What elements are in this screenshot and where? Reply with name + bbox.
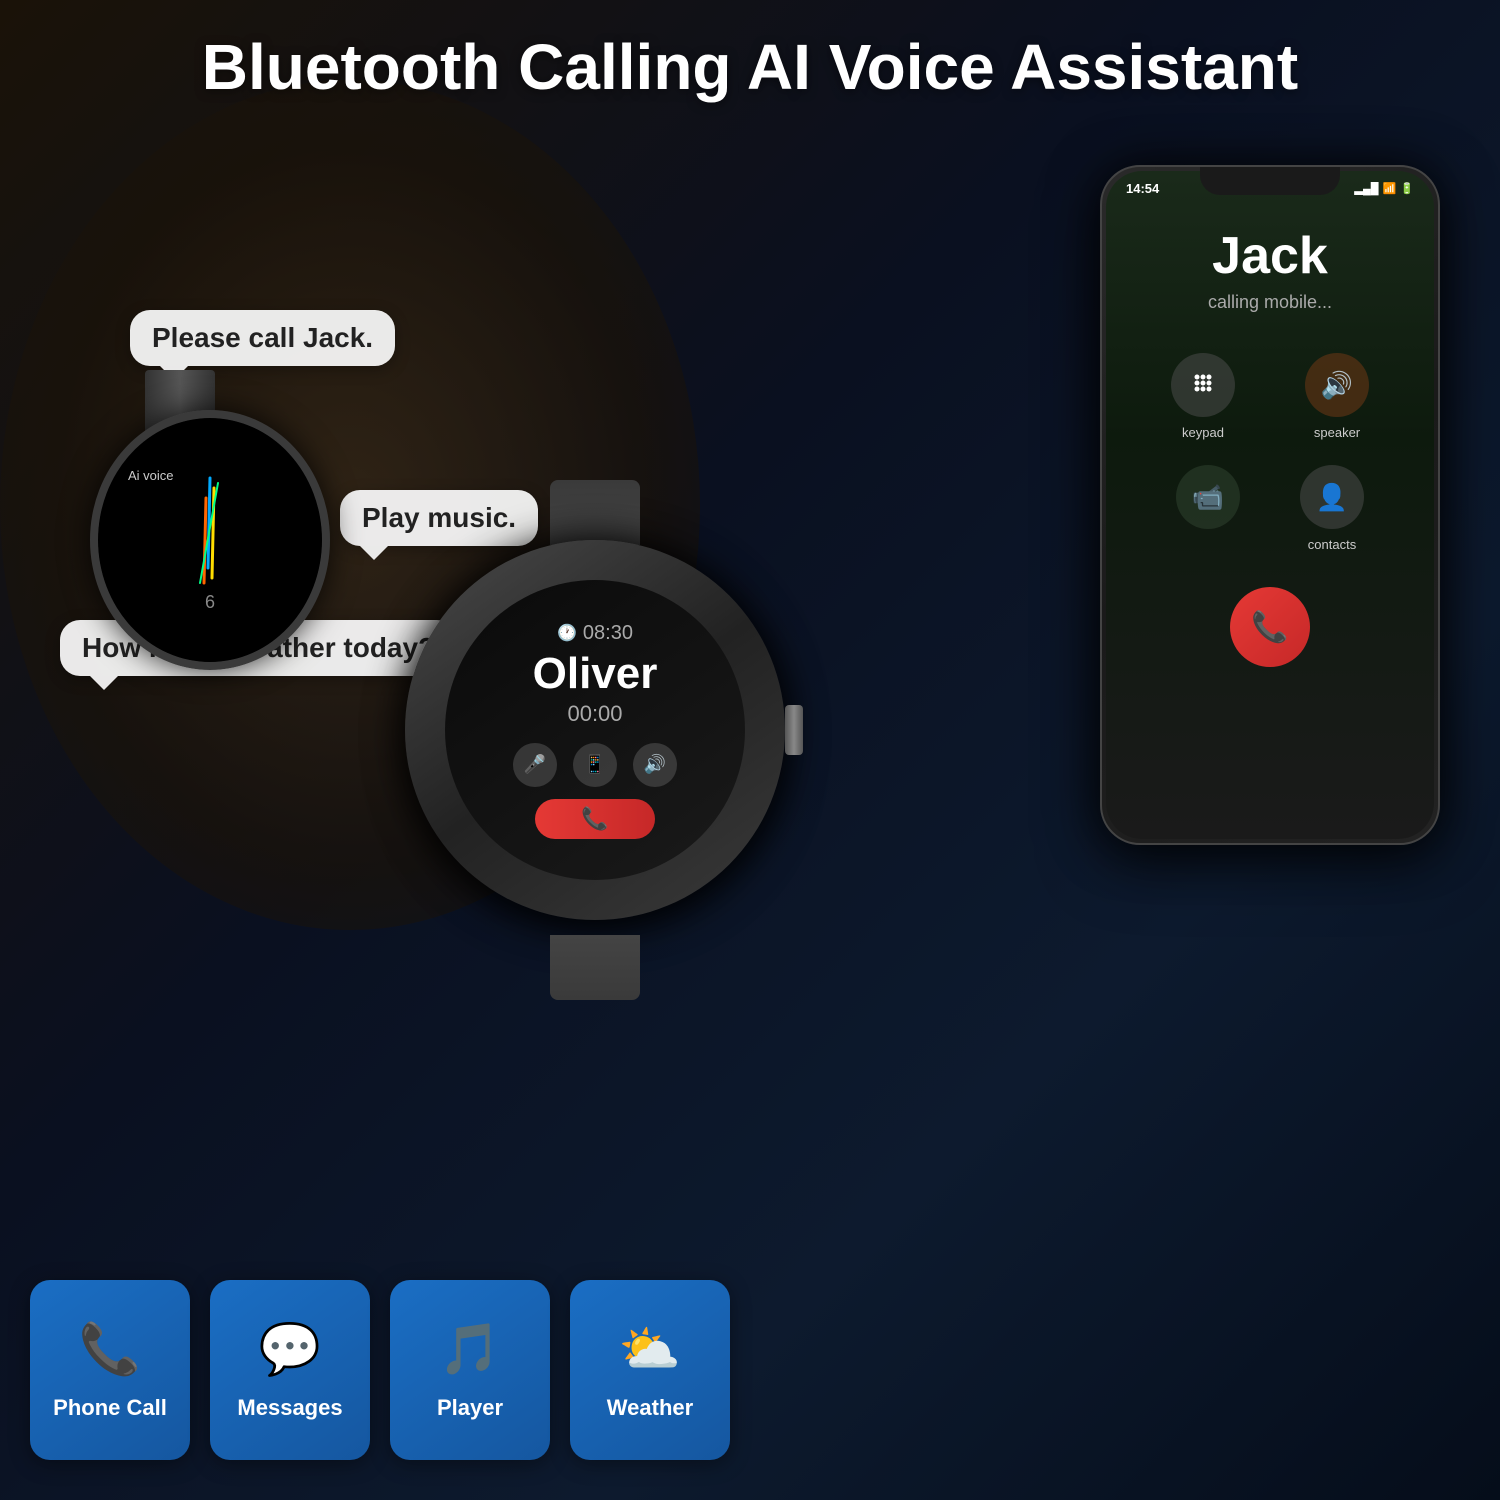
video-action: 📹: [1176, 465, 1240, 552]
phone-caller-name: Jack: [1212, 226, 1328, 286]
large-watch-screen: 🕐 08:30 Oliver 00:00 🎤 📱 🔊 📞: [445, 580, 745, 880]
phone: 14:54 ▂▄█ 📶 🔋 Jack calling mobile...: [1100, 165, 1440, 845]
wifi-icon: 📶: [1383, 182, 1397, 195]
voice-wave-svg: [180, 468, 240, 588]
small-watch-body: Ai voice 6: [90, 410, 330, 670]
watch-speaker-button[interactable]: 🔊: [633, 743, 677, 787]
keypad-icon: [1190, 372, 1216, 398]
watch-time: 08:30: [583, 622, 633, 645]
feature-messages[interactable]: 💬 Messages: [210, 1280, 370, 1460]
phone-time: 14:54: [1126, 181, 1159, 196]
status-icons: ▂▄█ 📶 🔋: [1355, 182, 1414, 195]
phone-caller-status: calling mobile...: [1208, 292, 1332, 313]
phone-caller-section: Jack calling mobile...: [1106, 196, 1434, 343]
player-icon: 🎵: [439, 1320, 501, 1379]
watch-mic-button[interactable]: 🎤: [513, 743, 557, 787]
small-smartwatch: Ai voice 6: [60, 370, 360, 720]
large-watch-strap-top: [550, 480, 640, 545]
signal-icon: ▂▄█: [1355, 182, 1379, 195]
feature-phone-call[interactable]: 📞 Phone Call: [30, 1280, 190, 1460]
watch-end-call-button[interactable]: 📞: [535, 799, 655, 839]
small-watch-number: 6: [205, 592, 215, 613]
page-title: Bluetooth Calling AI Voice Assistant: [202, 30, 1298, 104]
phone-actions-row2: 📹 👤 contacts: [1106, 460, 1434, 557]
feature-weather[interactable]: ⛅ Weather: [570, 1280, 730, 1460]
small-watch-strap-top: [145, 370, 215, 410]
keypad-label: keypad: [1182, 425, 1224, 440]
bottom-features: 📞 Phone Call 💬 Messages 🎵 Player ⛅ Weath…: [30, 1280, 730, 1460]
keypad-action: keypad: [1171, 353, 1235, 440]
weather-label: Weather: [607, 1395, 693, 1421]
small-watch-screen: Ai voice 6: [98, 418, 322, 662]
phone-actions-row1: keypad 🔊 speaker: [1106, 343, 1434, 450]
video-button[interactable]: 📹: [1176, 465, 1240, 529]
phone-body: 14:54 ▂▄█ 📶 🔋 Jack calling mobile...: [1100, 165, 1440, 845]
phone-end-call-button[interactable]: 📞: [1230, 587, 1310, 667]
clock-icon: 🕐: [557, 623, 577, 643]
feature-player[interactable]: 🎵 Player: [390, 1280, 550, 1460]
messages-label: Messages: [237, 1395, 342, 1421]
weather-icon: ⛅: [619, 1320, 681, 1379]
phone-status-bar: 14:54 ▂▄█ 📶 🔋: [1106, 171, 1434, 196]
messages-icon: 💬: [259, 1320, 321, 1379]
watch-caller-name: Oliver: [533, 649, 658, 699]
watch-duration: 00:00: [567, 701, 622, 727]
large-watch-strap-bottom: [550, 935, 640, 1000]
large-smartwatch: 🕐 08:30 Oliver 00:00 🎤 📱 🔊 📞: [380, 480, 810, 1000]
main-container: Bluetooth Calling AI Voice Assistant Ple…: [0, 0, 1500, 1500]
phone-call-label: Phone Call: [53, 1395, 167, 1421]
ai-voice-label: Ai voice: [128, 468, 174, 483]
watch-time-row: 🕐 08:30: [557, 622, 633, 645]
large-watch-outer: 🕐 08:30 Oliver 00:00 🎤 📱 🔊 📞: [405, 540, 785, 920]
contacts-button[interactable]: 👤: [1300, 465, 1364, 529]
contacts-label: contacts: [1308, 537, 1356, 552]
watch-phone-button[interactable]: 📱: [573, 743, 617, 787]
speech-bubble-call: Please call Jack.: [130, 310, 395, 366]
contacts-action: 👤 contacts: [1300, 465, 1364, 552]
watch-controls: 🎤 📱 🔊: [513, 743, 677, 787]
speaker-button[interactable]: 🔊: [1305, 353, 1369, 417]
speaker-action: 🔊 speaker: [1305, 353, 1369, 440]
phone-end-call-row: 📞: [1106, 577, 1434, 677]
keypad-button[interactable]: [1171, 353, 1235, 417]
player-label: Player: [437, 1395, 503, 1421]
speaker-label: speaker: [1314, 425, 1360, 440]
watch-crown: [785, 705, 803, 755]
phone-call-icon: 📞: [79, 1320, 141, 1379]
battery-icon: 🔋: [1400, 182, 1414, 195]
phone-screen: 14:54 ▂▄█ 📶 🔋 Jack calling mobile...: [1106, 171, 1434, 839]
